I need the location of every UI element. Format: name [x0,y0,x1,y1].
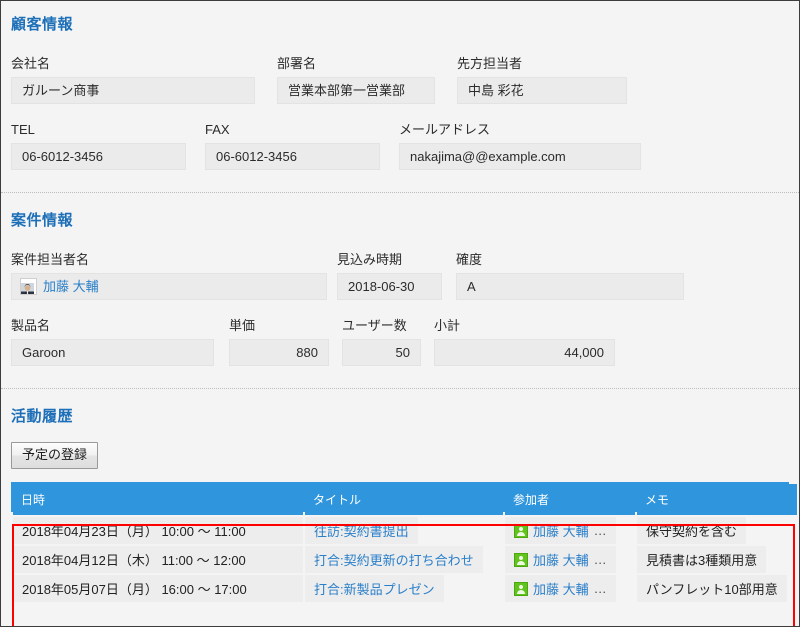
page-content-3: 活動履歴 予定の登録 日時 タイトル 参加者 メモ 2018年04月23日（月）… [1,389,799,604]
field-value-company-name: ガルーン商事 [11,77,255,104]
add-schedule-button[interactable]: 予定の登録 [11,442,99,469]
cell-datetime: 2018年05月07日（月） 16:00 〜 17:00 [13,575,303,602]
field-value-deal-owner: 加藤 大輔 [11,273,327,300]
memo-text: 保守契約を含む [637,517,747,544]
table-body: 2018年04月23日（月） 10:00 〜 11:00 往訪:契約書提出 加藤… [13,517,797,602]
field-subtotal: 小計 44,000 [434,318,615,366]
activity-title-link[interactable]: 打合:新製品プレゼン [305,575,444,602]
field-label-department-name: 部署名 [277,56,317,71]
field-label-tel: TEL [11,122,35,137]
field-value-subtotal: 44,000 [434,339,615,366]
memo-text: 見積書は3種類用意 [637,546,767,573]
user-green-icon [514,523,528,538]
avatar-photo-icon [20,278,37,295]
field-deal-owner: 案件担当者名 加藤 大輔 [11,252,327,300]
table-header-row: 日時 タイトル 参加者 メモ [13,484,797,515]
field-label-subtotal: 小計 [434,318,461,333]
field-user-count: ユーザー数 50 [342,318,421,366]
table-row: 2018年04月23日（月） 10:00 〜 11:00 往訪:契約書提出 加藤… [13,517,797,544]
field-label-user-count: ユーザー数 [342,318,407,333]
participant-chip: 加藤 大輔 … [505,517,616,544]
cell-memo: パンフレット10部用意 [637,575,797,602]
field-tel: TEL 06-6012-3456 [11,122,186,170]
cell-participant: 加藤 大輔 … [505,575,635,602]
activity-history-table: 日時 タイトル 参加者 メモ 2018年04月23日（月） 10:00 〜 11… [11,482,799,604]
field-value-department-name: 営業本部第一営業部 [277,77,435,104]
deal-owner-name[interactable]: 加藤 大輔 [43,274,99,299]
field-value-user-count: 50 [342,339,421,366]
cell-memo: 見積書は3種類用意 [637,546,797,573]
field-label-unit-price: 単価 [229,318,256,333]
cell-title: 打合:新製品プレゼン [305,575,503,602]
column-header-participant[interactable]: 参加者 [505,484,635,515]
cell-title: 打合:契約更新の打ち合わせ [305,546,503,573]
field-label-product-name: 製品名 [11,318,51,333]
field-value-tel: 06-6012-3456 [11,143,186,170]
cell-participant: 加藤 大輔 … [505,546,635,573]
activity-history-table-wrap: 日時 タイトル 参加者 メモ 2018年04月23日（月） 10:00 〜 11… [11,482,797,604]
field-label-probability: 確度 [456,252,483,267]
field-email: メールアドレス nakajima@@example.com [399,122,641,170]
user-green-icon [514,552,528,567]
column-header-memo[interactable]: メモ [637,484,797,515]
cell-participant: 加藤 大輔 … [505,517,635,544]
field-value-product-name: Garoon [11,339,214,366]
participant-chip: 加藤 大輔 … [505,575,616,602]
customer-detail-page: 顧客情報 会社名 ガルーン商事 部署名 営業本部第一営業部 先方担当者 中島 彩… [0,0,800,627]
participant-chip: 加藤 大輔 … [505,546,616,573]
participant-more[interactable]: … [594,581,607,596]
customer-field-row-2: TEL 06-6012-3456 FAX 06-6012-3456 メールアドレ… [11,122,789,170]
participant-name[interactable]: 加藤 大輔 [533,521,589,540]
section-title-customer: 顧客情報 [11,16,74,33]
field-value-unit-price: 880 [229,339,329,366]
table-header: 日時 タイトル 参加者 メモ [13,484,797,515]
field-label-expected-period: 見込み時期 [337,252,403,267]
field-label-company-name: 会社名 [11,56,51,71]
field-unit-price: 単価 880 [229,318,329,366]
field-label-email: メールアドレス [399,122,491,137]
field-value-probability: A [456,273,684,300]
column-header-datetime[interactable]: 日時 [13,484,303,515]
field-probability: 確度 A [456,252,684,300]
field-value-email: nakajima@@example.com [399,143,641,170]
field-company-name: 会社名 ガルーン商事 [11,56,255,104]
participant-name[interactable]: 加藤 大輔 [533,550,589,569]
field-value-client-contact: 中島 彩花 [457,77,627,104]
table-row: 2018年05月07日（月） 16:00 〜 17:00 打合:新製品プレゼン … [13,575,797,602]
cell-memo: 保守契約を含む [637,517,797,544]
field-department-name: 部署名 営業本部第一営業部 [277,56,435,104]
cell-title: 往訪:契約書提出 [305,517,503,544]
column-header-title[interactable]: タイトル [305,484,503,515]
deal-field-row-2: 製品名 Garoon 単価 880 ユーザー数 50 小計 44,000 [11,318,789,366]
section-title-deal: 案件情報 [11,212,74,229]
field-fax: FAX 06-6012-3456 [205,122,380,170]
cell-datetime: 2018年04月12日（木） 11:00 〜 12:00 [13,546,303,573]
deal-field-row-1: 案件担当者名 加藤 大輔 見込み時期 2018-06-30 確度 A [11,252,789,300]
field-product-name: 製品名 Garoon [11,318,214,366]
participant-more[interactable]: … [594,552,607,567]
memo-text: パンフレット10部用意 [637,575,787,602]
participant-more[interactable]: … [594,523,607,538]
page-content: 顧客情報 会社名 ガルーン商事 部署名 営業本部第一営業部 先方担当者 中島 彩… [1,1,799,192]
field-client-contact: 先方担当者 中島 彩花 [457,56,627,104]
page-content-2: 案件情報 案件担当者名 加藤 大輔 見込み時期 2018-06-30 確度 A … [1,193,799,388]
field-label-client-contact: 先方担当者 [457,56,523,71]
user-green-icon [514,581,528,596]
activity-title-link[interactable]: 打合:契約更新の打ち合わせ [305,546,483,573]
cell-datetime: 2018年04月23日（月） 10:00 〜 11:00 [13,517,303,544]
table-row: 2018年04月12日（木） 11:00 〜 12:00 打合:契約更新の打ち合… [13,546,797,573]
field-label-fax: FAX [205,122,230,137]
customer-field-row-1: 会社名 ガルーン商事 部署名 営業本部第一営業部 先方担当者 中島 彩花 [11,56,789,104]
field-value-fax: 06-6012-3456 [205,143,380,170]
activity-title-link[interactable]: 往訪:契約書提出 [305,517,418,544]
section-title-activity: 活動履歴 [11,408,74,425]
field-value-expected-period: 2018-06-30 [337,273,442,300]
participant-name[interactable]: 加藤 大輔 [533,579,589,598]
field-expected-period: 見込み時期 2018-06-30 [337,252,442,300]
field-label-deal-owner: 案件担当者名 [11,252,90,267]
